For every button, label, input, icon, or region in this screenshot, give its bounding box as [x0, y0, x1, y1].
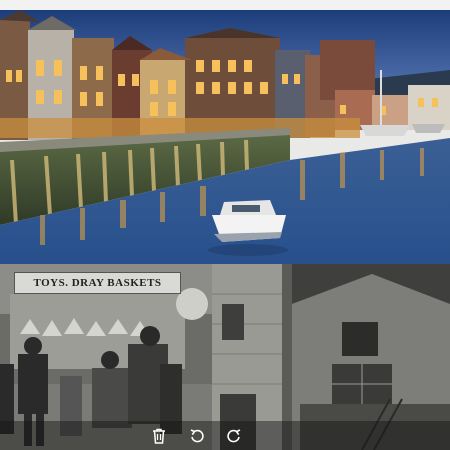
delete-button[interactable] — [148, 425, 170, 447]
rotate-right-button[interactable] — [223, 425, 245, 447]
trash-icon — [153, 428, 165, 444]
shop-sign: TOYS. DRAY BASKETS — [14, 272, 181, 294]
rotate-right-icon — [227, 429, 241, 443]
harbour-photo[interactable] — [0, 10, 450, 264]
harbour-scene — [0, 10, 450, 264]
photo-viewer: TOYS. DRAY BASKETS — [0, 0, 450, 450]
rotate-left-icon — [190, 429, 204, 443]
rotate-left-button[interactable] — [186, 425, 208, 447]
top-border — [0, 0, 450, 10]
